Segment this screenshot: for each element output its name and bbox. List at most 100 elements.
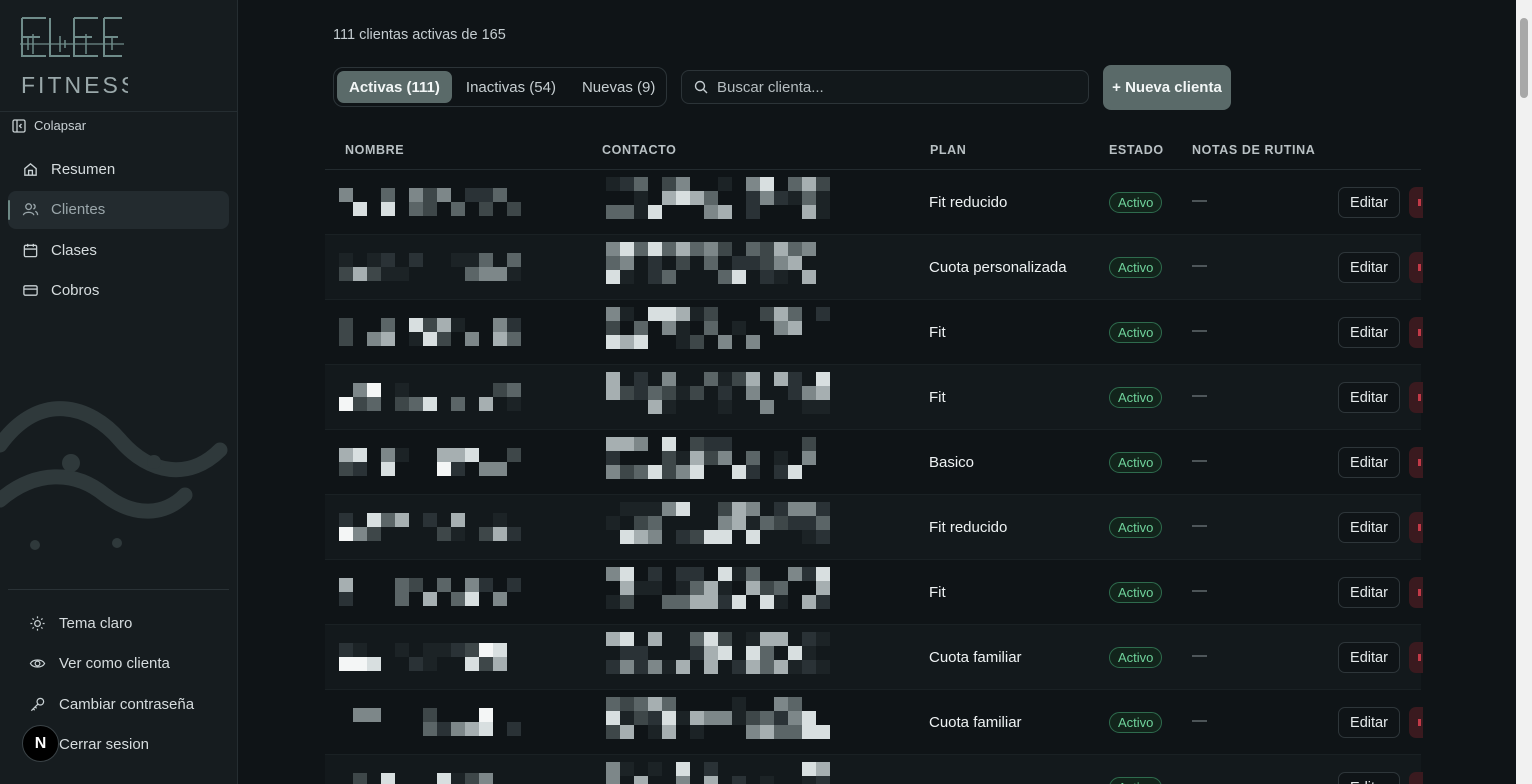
plan-cell: Fit bbox=[929, 324, 946, 341]
table-row[interactable]: Cuota familiar Activo — Editar bbox=[325, 625, 1423, 690]
routine-notes-cell: — bbox=[1192, 647, 1207, 664]
table-row[interactable]: Cuota personalizada Activo — Editar bbox=[325, 235, 1423, 300]
view-as-client-button[interactable]: Ver como clienta bbox=[29, 644, 194, 685]
edit-button[interactable]: Editar bbox=[1338, 187, 1400, 218]
status-badge: Activo bbox=[1109, 192, 1163, 213]
table-row[interactable]: Fit reducido Activo — Editar bbox=[325, 170, 1423, 235]
plan-cell: Cuota familiar bbox=[929, 649, 1022, 666]
edit-button[interactable]: Editar bbox=[1338, 642, 1400, 673]
column-header-status: ESTADO bbox=[1109, 143, 1164, 157]
page-scrollbar[interactable] bbox=[1516, 0, 1532, 784]
collapse-button[interactable]: Colapsar bbox=[12, 118, 86, 133]
clients-table: NOMBRE CONTACTO PLAN ESTADO NOTAS DE RUT… bbox=[325, 130, 1423, 784]
change-password-button[interactable]: Cambiar contraseña bbox=[29, 684, 194, 725]
edit-button[interactable]: Editar bbox=[1338, 577, 1400, 608]
routine-notes-cell: — bbox=[1192, 777, 1207, 784]
table-row[interactable]: Activo — Editar bbox=[325, 755, 1423, 784]
tab-inactivas[interactable]: Inactivas (54) bbox=[454, 71, 568, 103]
active-clients-count: 111 clientas activas de 165 bbox=[333, 27, 506, 43]
table-row[interactable]: Fit Activo — Editar bbox=[325, 560, 1423, 625]
routine-notes-cell: — bbox=[1192, 257, 1207, 274]
routine-notes-cell: — bbox=[1192, 387, 1207, 404]
sidebar-bottom-divider bbox=[8, 589, 229, 590]
delete-button[interactable] bbox=[1409, 772, 1423, 784]
status-badge: Activo bbox=[1109, 517, 1163, 538]
plan-cell: Cuota personalizada bbox=[929, 259, 1067, 276]
table-row[interactable]: Basico Activo — Editar bbox=[325, 430, 1423, 495]
column-header-notes: NOTAS DE RUTINA bbox=[1192, 143, 1316, 157]
delete-button[interactable] bbox=[1409, 382, 1423, 413]
routine-notes-cell: — bbox=[1192, 517, 1207, 534]
table-body: Fit reducido Activo — Editar Cuota personali… bbox=[325, 170, 1423, 784]
delete-button[interactable] bbox=[1409, 512, 1423, 543]
sidebar-item-label: Clientes bbox=[51, 201, 106, 218]
key-icon bbox=[30, 697, 45, 711]
status-badge: Activo bbox=[1109, 777, 1163, 784]
elle-fitness-logo[interactable]: FITNESS bbox=[20, 14, 128, 98]
sidebar-divider bbox=[0, 111, 237, 112]
sidebar-item-resumen[interactable]: Resumen bbox=[8, 150, 229, 188]
plan-cell: Fit bbox=[929, 584, 946, 601]
edit-button[interactable]: Editar bbox=[1338, 772, 1400, 784]
table-row[interactable]: Fit reducido Activo — Editar bbox=[325, 495, 1423, 560]
edit-button[interactable]: Editar bbox=[1338, 512, 1400, 543]
sidebar-nav: Resumen Clientes Clases Cobros bbox=[8, 150, 229, 312]
status-badge: Activo bbox=[1109, 452, 1163, 473]
sidebar-item-label: Resumen bbox=[51, 160, 116, 178]
search-box[interactable] bbox=[681, 70, 1089, 104]
table-row[interactable]: Cuota familiar Activo — Editar bbox=[325, 690, 1423, 755]
status-badge: Activo bbox=[1109, 257, 1163, 278]
calendar-icon bbox=[23, 243, 38, 257]
table-row[interactable]: Fit Activo — Editar bbox=[325, 365, 1423, 430]
routine-notes-cell: — bbox=[1192, 582, 1207, 599]
edit-button[interactable]: Editar bbox=[1338, 382, 1400, 413]
routine-notes-cell: — bbox=[1192, 192, 1207, 209]
routine-notes-cell: — bbox=[1192, 452, 1207, 469]
status-badge: Activo bbox=[1109, 712, 1163, 733]
decorative-wave-graphic bbox=[0, 401, 228, 550]
plan-cell: Fit reducido bbox=[929, 519, 1008, 536]
column-header-contact: CONTACTO bbox=[602, 143, 677, 157]
delete-button[interactable] bbox=[1409, 447, 1423, 478]
home-icon bbox=[24, 162, 37, 176]
delete-button[interactable] bbox=[1409, 252, 1423, 283]
avatar[interactable]: N bbox=[22, 725, 59, 762]
table-header: NOMBRE CONTACTO PLAN ESTADO NOTAS DE RUT… bbox=[325, 130, 1421, 170]
sidebar-item-clases[interactable]: Clases bbox=[8, 231, 229, 269]
eye-icon bbox=[29, 659, 46, 668]
sidebar-item-clientes[interactable]: Clientes bbox=[8, 190, 229, 229]
plan-cell: Fit bbox=[929, 389, 946, 406]
delete-button[interactable] bbox=[1409, 707, 1423, 738]
collapse-label: Colapsar bbox=[34, 118, 87, 133]
status-tabs: Activas (111) Inactivas (54) Nuevas (9) bbox=[333, 67, 667, 107]
edit-button[interactable]: Editar bbox=[1338, 707, 1400, 738]
edit-button[interactable]: Editar bbox=[1338, 252, 1400, 283]
edit-button[interactable]: Editar bbox=[1338, 317, 1400, 348]
edit-button[interactable]: Editar bbox=[1338, 447, 1400, 478]
sidebar-item-cobros[interactable]: Cobros bbox=[8, 272, 229, 310]
new-client-button[interactable]: + Nueva clienta bbox=[1103, 65, 1231, 110]
column-header-plan: PLAN bbox=[930, 143, 967, 157]
table-row[interactable]: Fit Activo — Editar bbox=[325, 300, 1423, 365]
delete-button[interactable] bbox=[1409, 317, 1423, 348]
plan-cell: Fit reducido bbox=[929, 194, 1008, 211]
change-password-label: Cambiar contraseña bbox=[59, 695, 195, 713]
search-input[interactable] bbox=[717, 78, 1077, 96]
scrollbar-thumb[interactable] bbox=[1520, 18, 1528, 98]
routine-notes-cell: — bbox=[1192, 712, 1207, 729]
users-icon bbox=[22, 203, 39, 216]
status-badge: Activo bbox=[1109, 322, 1163, 343]
status-badge: Activo bbox=[1109, 387, 1163, 408]
theme-toggle[interactable]: Tema claro bbox=[29, 603, 194, 644]
tab-activas[interactable]: Activas (111) bbox=[337, 71, 452, 103]
delete-button[interactable] bbox=[1409, 187, 1423, 218]
status-badge: Activo bbox=[1109, 582, 1163, 603]
status-badge: Activo bbox=[1109, 647, 1163, 668]
delete-button[interactable] bbox=[1409, 577, 1423, 608]
column-header-name: NOMBRE bbox=[345, 143, 405, 157]
theme-toggle-label: Tema claro bbox=[59, 614, 133, 632]
sidebar-item-label: Cobros bbox=[51, 282, 100, 299]
delete-button[interactable] bbox=[1409, 642, 1423, 673]
sidebar: FITNESS Colapsar Resumen Clientes Clases… bbox=[0, 0, 238, 784]
tab-nuevas[interactable]: Nuevas (9) bbox=[570, 71, 667, 103]
